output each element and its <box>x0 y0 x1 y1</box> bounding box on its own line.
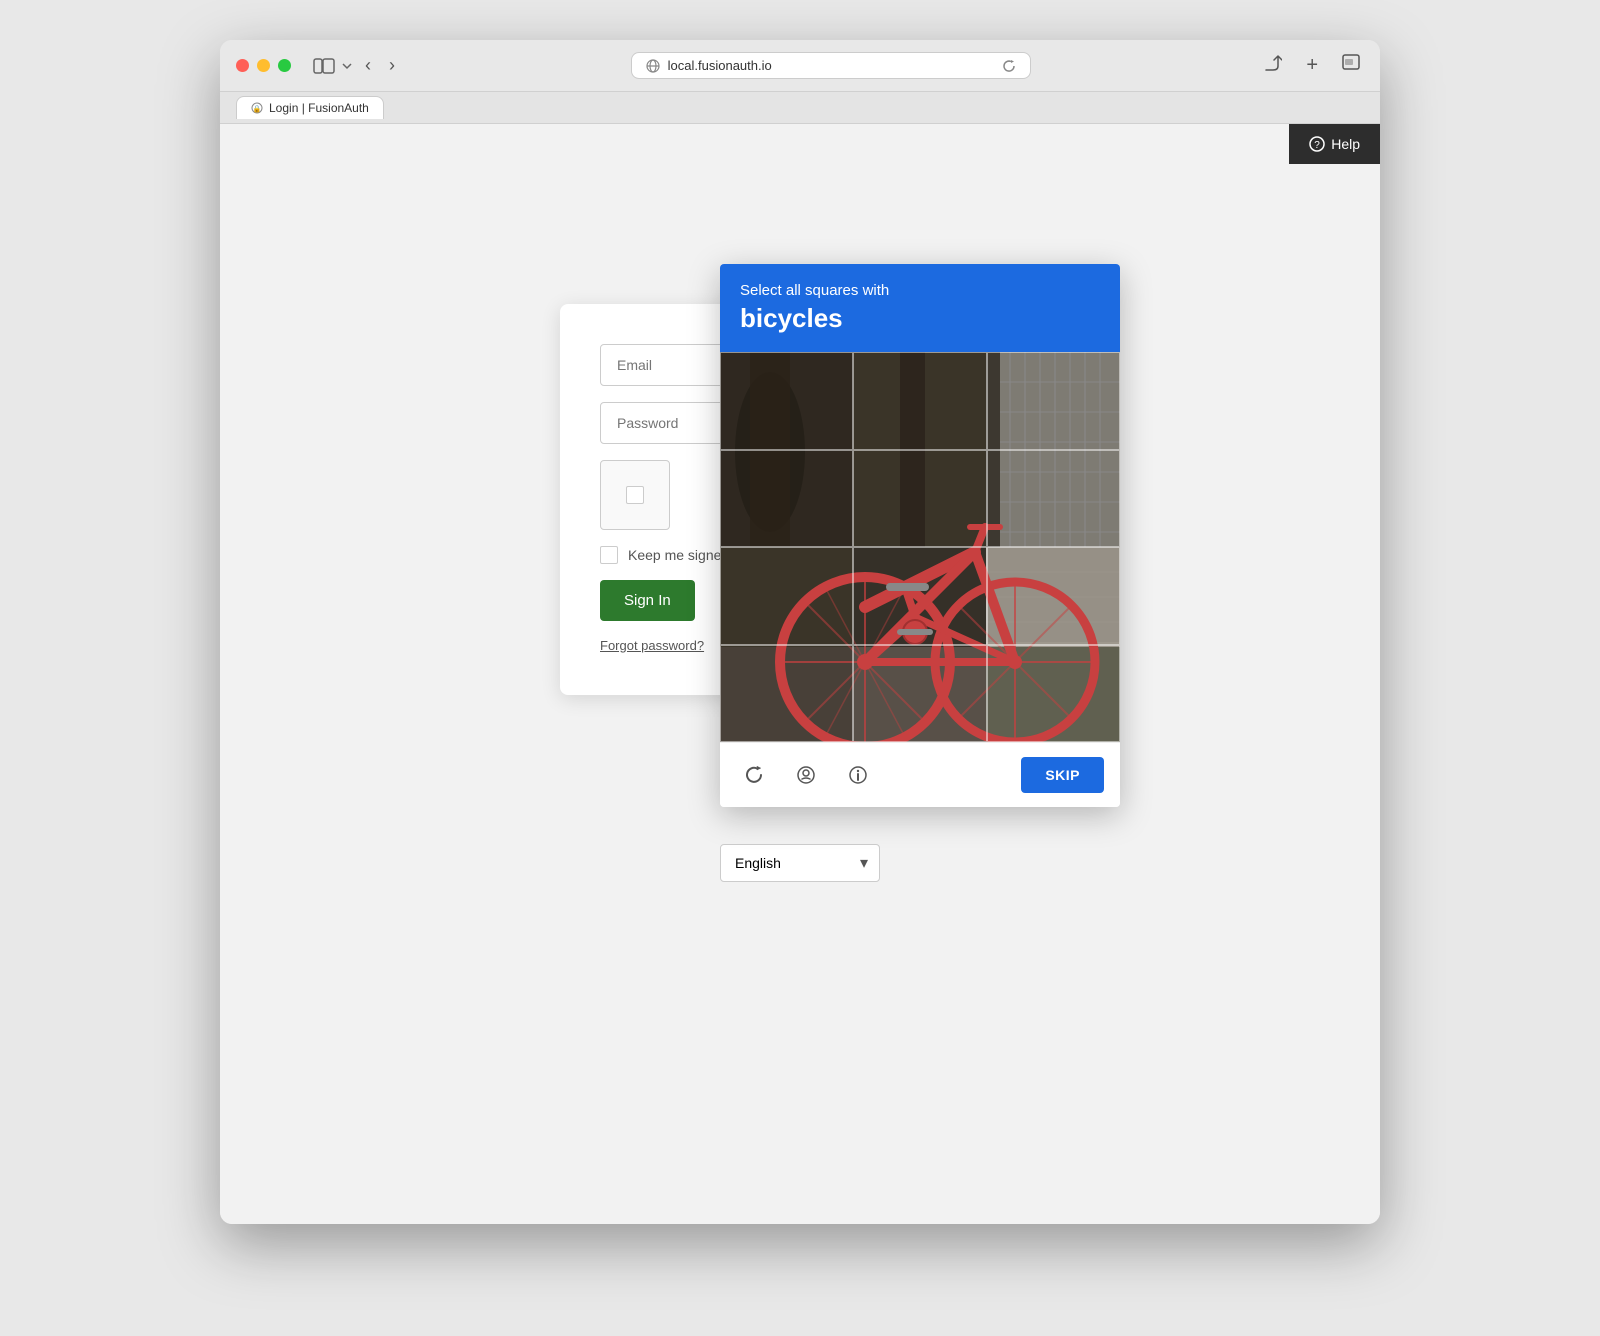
back-button[interactable]: ‹ <box>359 51 377 80</box>
address-bar[interactable]: local.fusionauth.io <box>631 52 1031 79</box>
address-bar-container: local.fusionauth.io <box>413 52 1248 79</box>
captcha-checkbox[interactable] <box>626 486 644 504</box>
captcha-cell-0[interactable] <box>720 352 853 450</box>
captcha-cell-11[interactable] <box>987 645 1120 743</box>
audio-icon <box>796 765 816 785</box>
captcha-cell-1[interactable] <box>853 352 986 450</box>
submit-button[interactable]: Sign In <box>600 580 695 621</box>
tab-title: Login | FusionAuth <box>269 101 369 115</box>
captcha-cell-9[interactable] <box>720 645 853 743</box>
url-text: local.fusionauth.io <box>668 58 772 73</box>
browser-titlebar: ‹ › local.fusionauth.io + <box>220 40 1380 92</box>
globe-icon <box>646 59 660 73</box>
browser-controls: ‹ › <box>313 51 401 80</box>
forgot-password-link[interactable]: Forgot password? <box>600 638 704 653</box>
captcha-info-button[interactable] <box>840 757 876 793</box>
language-wrapper: English Spanish French German Japanese <box>720 844 880 882</box>
captcha-cell-2[interactable] <box>987 352 1120 450</box>
svg-text:🔒: 🔒 <box>253 105 262 113</box>
close-button[interactable] <box>236 59 249 72</box>
help-label: Help <box>1331 136 1360 152</box>
captcha-cell-8[interactable] <box>987 547 1120 645</box>
captcha-cell-5[interactable] <box>987 450 1120 548</box>
info-icon <box>848 765 868 785</box>
maximize-button[interactable] <box>278 59 291 72</box>
captcha-cell-3[interactable] <box>720 450 853 548</box>
captcha-overlay: Select all squares with bicycles <box>720 264 1120 807</box>
tab-icon: 🔒 <box>251 102 263 114</box>
refresh-icon <box>744 765 764 785</box>
captcha-refresh-button[interactable] <box>736 757 772 793</box>
active-tab[interactable]: 🔒 Login | FusionAuth <box>236 96 384 119</box>
keep-signed-in-checkbox[interactable] <box>600 546 618 564</box>
captcha-cell-10[interactable] <box>853 645 986 743</box>
captcha-cell-6[interactable] <box>720 547 853 645</box>
chevron-down-icon <box>341 60 353 72</box>
captcha-skip-button[interactable]: SKIP <box>1021 757 1104 793</box>
captcha-cell-4[interactable] <box>853 450 986 548</box>
captcha-header: Select all squares with bicycles <box>720 264 1120 352</box>
svg-text:?: ? <box>1314 140 1320 151</box>
tab-bar: 🔒 Login | FusionAuth <box>220 92 1380 124</box>
forward-button[interactable]: › <box>383 51 401 80</box>
captcha-image-grid <box>720 352 1120 742</box>
share-button[interactable] <box>1260 50 1286 81</box>
language-select[interactable]: English Spanish French German Japanese <box>720 844 880 882</box>
captcha-checkbox-area[interactable] <box>600 460 670 530</box>
language-selector-container: English Spanish French German Japanese <box>720 844 880 882</box>
new-tab-button[interactable]: + <box>1302 50 1322 81</box>
minimize-button[interactable] <box>257 59 270 72</box>
captcha-audio-button[interactable] <box>788 757 824 793</box>
browser-actions: + <box>1260 50 1364 81</box>
reload-icon[interactable] <box>1002 59 1016 73</box>
browser-window: ‹ › local.fusionauth.io + <box>220 40 1380 1224</box>
tabs-button[interactable] <box>1338 50 1364 81</box>
help-circle-icon: ? <box>1309 136 1325 152</box>
traffic-lights <box>236 59 291 72</box>
help-button[interactable]: ? Help <box>1289 124 1380 164</box>
captcha-cell-7[interactable] <box>853 547 986 645</box>
sidebar-toggle-icon[interactable] <box>313 57 335 75</box>
captcha-footer: SKIP <box>720 742 1120 807</box>
captcha-subject: bicycles <box>740 303 1100 334</box>
page-content: ? Help Keep me signed in Sign In Forgot … <box>220 124 1380 1224</box>
captcha-instruction: Select all squares with <box>740 282 1100 299</box>
captcha-grid-cells <box>720 352 1120 742</box>
